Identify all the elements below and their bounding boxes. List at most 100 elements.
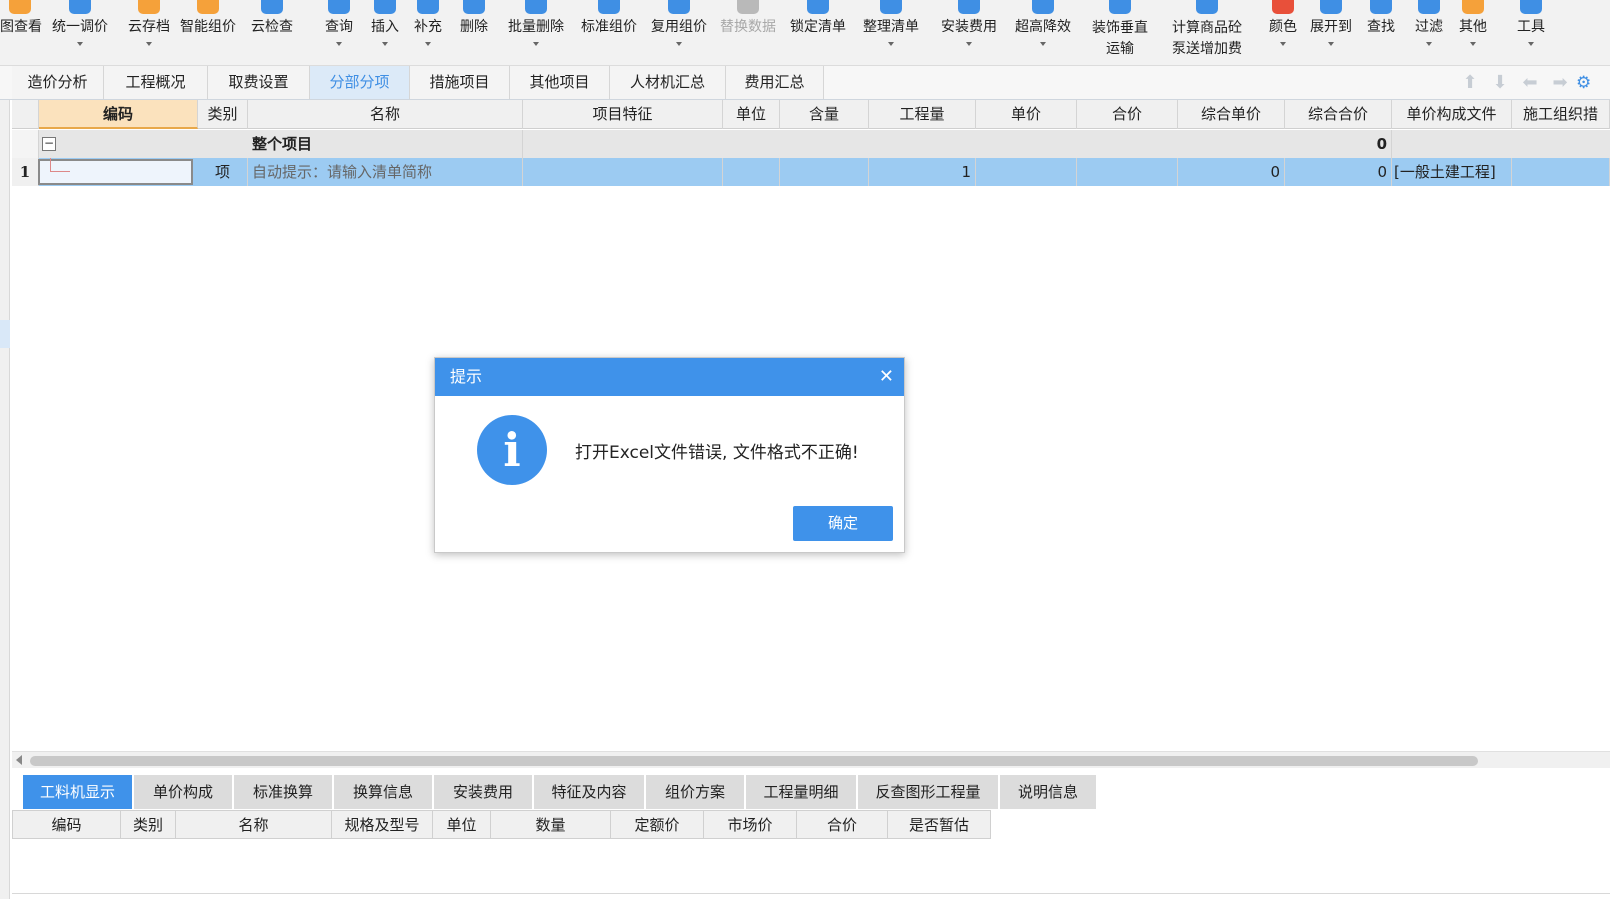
batch-delete-button[interactable]: 批量删除	[496, 0, 576, 62]
replace-data-button[interactable]: 替换数据	[712, 0, 784, 62]
column-settings-icon[interactable]: ⚙	[1576, 73, 1598, 93]
bheader-quantity[interactable]: 数量	[491, 811, 611, 839]
bheader-market-price[interactable]: 市场价	[704, 811, 797, 839]
tab-installation-fee[interactable]: 安装费用	[434, 775, 534, 809]
item-quantity[interactable]: 1	[869, 158, 976, 186]
tab-unit-price-composition[interactable]: 单价构成	[134, 775, 234, 809]
item-unit-price[interactable]	[976, 158, 1077, 186]
bheader-type[interactable]: 类别	[121, 811, 176, 839]
item-composite-unit-price[interactable]: 0	[1178, 158, 1285, 186]
item-total-price[interactable]	[1077, 158, 1178, 186]
header-composite-unit-price[interactable]: 综合单价	[1178, 100, 1285, 129]
bheader-code[interactable]: 编码	[13, 811, 121, 839]
scrollbar-thumb[interactable]	[30, 756, 1478, 766]
item-type: 项	[198, 158, 248, 186]
tools-button[interactable]: 工具	[1510, 0, 1552, 62]
cloud-archive-button[interactable]: 云存档	[122, 0, 176, 62]
header-name[interactable]: 名称	[248, 100, 523, 129]
ok-button[interactable]: 确定	[793, 506, 893, 541]
item-name-hint[interactable]: 自动提示：请输入清单简称	[248, 158, 523, 186]
concrete-pump-fee-button[interactable]: 计算商品砼 泵送增加费	[1160, 0, 1254, 62]
arrow-down-icon[interactable]: ⬇	[1490, 73, 1510, 93]
tab-labor-material-display[interactable]: 工料机显示	[23, 775, 134, 809]
insert-button[interactable]: 插入	[364, 0, 406, 62]
tab-standard-conversion[interactable]: 标准换算	[234, 775, 334, 809]
color-label: 颜色	[1269, 19, 1297, 35]
filter-button[interactable]: 过滤	[1408, 0, 1450, 62]
bheader-spec[interactable]: 规格及型号	[332, 811, 433, 839]
supplement-icon	[417, 0, 439, 14]
group-row-whole-project[interactable]: − 整个项目 0	[12, 130, 1610, 158]
delete-button[interactable]: 删除	[452, 0, 496, 62]
header-construction-measures[interactable]: 施工组织措	[1512, 100, 1610, 129]
horizontal-scrollbar[interactable]	[12, 751, 1610, 768]
item-price-file[interactable]: [一般土建工程]	[1392, 158, 1512, 186]
other-label: 其他	[1459, 19, 1487, 35]
header-unit[interactable]: 单位	[723, 100, 780, 129]
decor-vertical-transport-button[interactable]: 装饰垂直 运输	[1078, 0, 1162, 62]
tab-pricing-plan[interactable]: 组价方案	[646, 775, 746, 809]
tab-labor-material-summary[interactable]: 人材机汇总	[610, 66, 726, 99]
table-row[interactable]: 1 项 自动提示：请输入清单简称 1 0 0 [一般土建工程]	[12, 158, 1610, 186]
header-corner	[12, 100, 39, 129]
smart-pricing-button[interactable]: 智能组价	[176, 0, 240, 62]
tab-measures[interactable]: 措施项目	[410, 66, 510, 99]
find-button[interactable]: 查找	[1356, 0, 1406, 62]
bheader-total[interactable]: 合价	[797, 811, 888, 839]
tab-description[interactable]: 说明信息	[1000, 775, 1098, 809]
header-code[interactable]: 编码	[39, 100, 198, 129]
tab-quantity-detail[interactable]: 工程量明细	[746, 775, 858, 809]
header-price-file[interactable]: 单价构成文件	[1392, 100, 1512, 129]
chevron-down-icon	[146, 42, 152, 46]
item-composite-total[interactable]: 0	[1285, 158, 1392, 186]
other-button[interactable]: 其他	[1452, 0, 1494, 62]
height-reduction-button[interactable]: 超高降效	[1008, 0, 1078, 62]
scroll-left-icon[interactable]	[16, 755, 22, 765]
item-unit[interactable]	[723, 158, 780, 186]
color-button[interactable]: 颜色	[1262, 0, 1304, 62]
close-icon[interactable]: ✕	[879, 358, 894, 396]
tab-other-items[interactable]: 其他项目	[510, 66, 610, 99]
bheader-name[interactable]: 名称	[176, 811, 332, 839]
reuse-pricing-button[interactable]: 复用组价	[646, 0, 712, 62]
height-reduction-label: 超高降效	[1015, 19, 1071, 35]
tab-project-overview[interactable]: 工程概况	[104, 66, 208, 99]
bheader-is-estimate[interactable]: 是否暂估	[888, 811, 990, 839]
item-features[interactable]	[523, 158, 723, 186]
query-button[interactable]: 查询	[318, 0, 360, 62]
supplement-button[interactable]: 补充	[406, 0, 450, 62]
tab-conversion-info[interactable]: 换算信息	[334, 775, 434, 809]
header-type[interactable]: 类别	[198, 100, 248, 129]
view-icon-button[interactable]: 图查看	[0, 0, 42, 62]
header-features[interactable]: 项目特征	[523, 100, 723, 129]
header-content[interactable]: 含量	[780, 100, 869, 129]
lock-list-label: 锁定清单	[790, 19, 846, 35]
unify-price-button[interactable]: 统一调价	[40, 0, 120, 62]
bheader-quota-price[interactable]: 定额价	[611, 811, 704, 839]
arrow-left-icon[interactable]: ⬅	[1520, 73, 1540, 93]
tab-reverse-graphic-quantity[interactable]: 反查图形工程量	[858, 775, 1000, 809]
standard-pricing-button[interactable]: 标准组价	[576, 0, 642, 62]
item-construction-measures[interactable]	[1512, 158, 1610, 186]
collapse-toggle-icon[interactable]: −	[42, 137, 56, 151]
header-unit-price[interactable]: 单价	[976, 100, 1077, 129]
lock-list-button[interactable]: 锁定清单	[784, 0, 852, 62]
arrow-up-icon[interactable]: ⬆	[1460, 73, 1480, 93]
tab-fee-settings[interactable]: 取费设置	[208, 66, 310, 99]
cloud-check-button[interactable]: 云检查	[240, 0, 304, 62]
header-quantity[interactable]: 工程量	[869, 100, 976, 129]
tab-sub-items[interactable]: 分部分项	[310, 66, 410, 99]
item-content[interactable]	[780, 158, 869, 186]
bheader-unit[interactable]: 单位	[433, 811, 491, 839]
tab-cost-analysis[interactable]: 造价分析	[12, 66, 104, 99]
arrow-right-icon[interactable]: ➡	[1550, 73, 1570, 93]
expand-to-button[interactable]: 展开到	[1306, 0, 1356, 62]
standard-pricing-label: 标准组价	[581, 19, 637, 35]
header-composite-total[interactable]: 综合合价	[1285, 100, 1392, 129]
header-total-price[interactable]: 合价	[1077, 100, 1178, 129]
tab-fee-summary[interactable]: 费用汇总	[726, 66, 824, 99]
installation-fee-button[interactable]: 安装费用	[930, 0, 1008, 62]
organize-list-button[interactable]: 整理清单	[852, 0, 930, 62]
chevron-down-icon	[1280, 42, 1286, 46]
tab-features-content[interactable]: 特征及内容	[534, 775, 646, 809]
